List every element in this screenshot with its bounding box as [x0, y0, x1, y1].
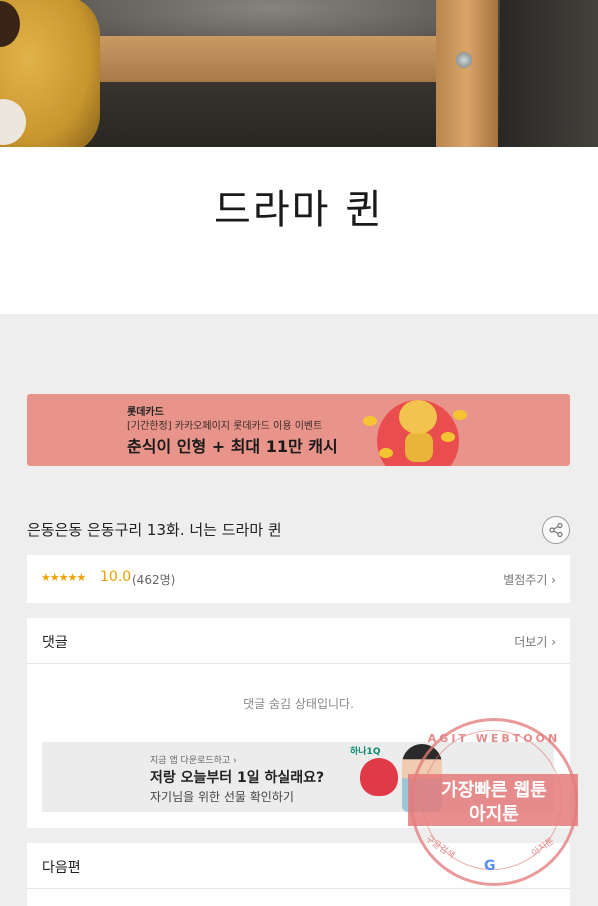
comment-header: 댓글 더보기 › [27, 618, 570, 664]
star-rating-icon: ★★★★★ [41, 571, 86, 584]
rating-score: 10.0 [100, 569, 132, 585]
heart-icon [360, 758, 398, 796]
share-icon [549, 522, 563, 538]
coin-icon [441, 432, 455, 442]
rating-count: (462명) [132, 573, 176, 587]
character-icon [399, 400, 437, 434]
inner-ad-subtext: 자기님을 위한 선물 확인하기 [150, 790, 294, 804]
next-episode-label: 다음편 [42, 860, 81, 876]
title-panel: 드라마 퀸 [0, 147, 598, 314]
inner-ad-headline: 저랑 오늘부터 1일 하실래요? [150, 770, 325, 786]
rating-card: ★★★★★ 10.0 (462명) 별점주기 › [27, 555, 570, 603]
more-comments-button[interactable]: 더보기 › [514, 633, 556, 650]
episode-title: 은동은동 은동구리 13화. 너는 드라마 퀸 [27, 521, 282, 539]
ad-headline: 춘식이 인형 + 최대 11만 캐시 [127, 437, 338, 456]
inner-ad-banner[interactable]: 지금 앱 다운로드하고 › 저랑 오늘부터 1일 하실래요? 자기님을 위한 선… [42, 742, 554, 812]
inner-ad-small-text: 지금 앱 다운로드하고 › [150, 756, 237, 766]
share-button[interactable] [542, 516, 570, 544]
coin-icon [363, 416, 377, 426]
bank-logo: 하나1Q [350, 747, 381, 757]
comment-label: 댓글 [42, 635, 68, 651]
ad-subtitle: [기간한정] 카카오페이지 롯데카드 이용 이벤트 [127, 421, 323, 432]
comments-hidden-message: 댓글 숨김 상태입니다. [243, 697, 354, 711]
ad-brand: 롯데카드 [127, 407, 164, 418]
coin-icon [453, 410, 467, 420]
plush-toy [0, 0, 100, 147]
title-art: 드라마 퀸 [214, 187, 384, 233]
model-image [402, 744, 442, 812]
rate-button[interactable]: 별점주기 › [503, 571, 556, 588]
next-episode-header: 다음편 [27, 843, 570, 889]
next-episode-card[interactable]: 다음편 [27, 843, 570, 906]
comment-card: 댓글 더보기 › 댓글 숨김 상태입니다. 지금 앱 다운로드하고 › 저랑 오… [27, 618, 570, 828]
ad-banner[interactable]: 롯데카드 [기간한정] 카카오페이지 롯데카드 이용 이벤트 춘식이 인형 + … [27, 394, 570, 466]
episode-header: 은동은동 은동구리 13화. 너는 드라마 퀸 [27, 514, 570, 546]
character-body [405, 432, 433, 462]
coin-icon [379, 448, 393, 458]
header-photo [0, 0, 598, 147]
